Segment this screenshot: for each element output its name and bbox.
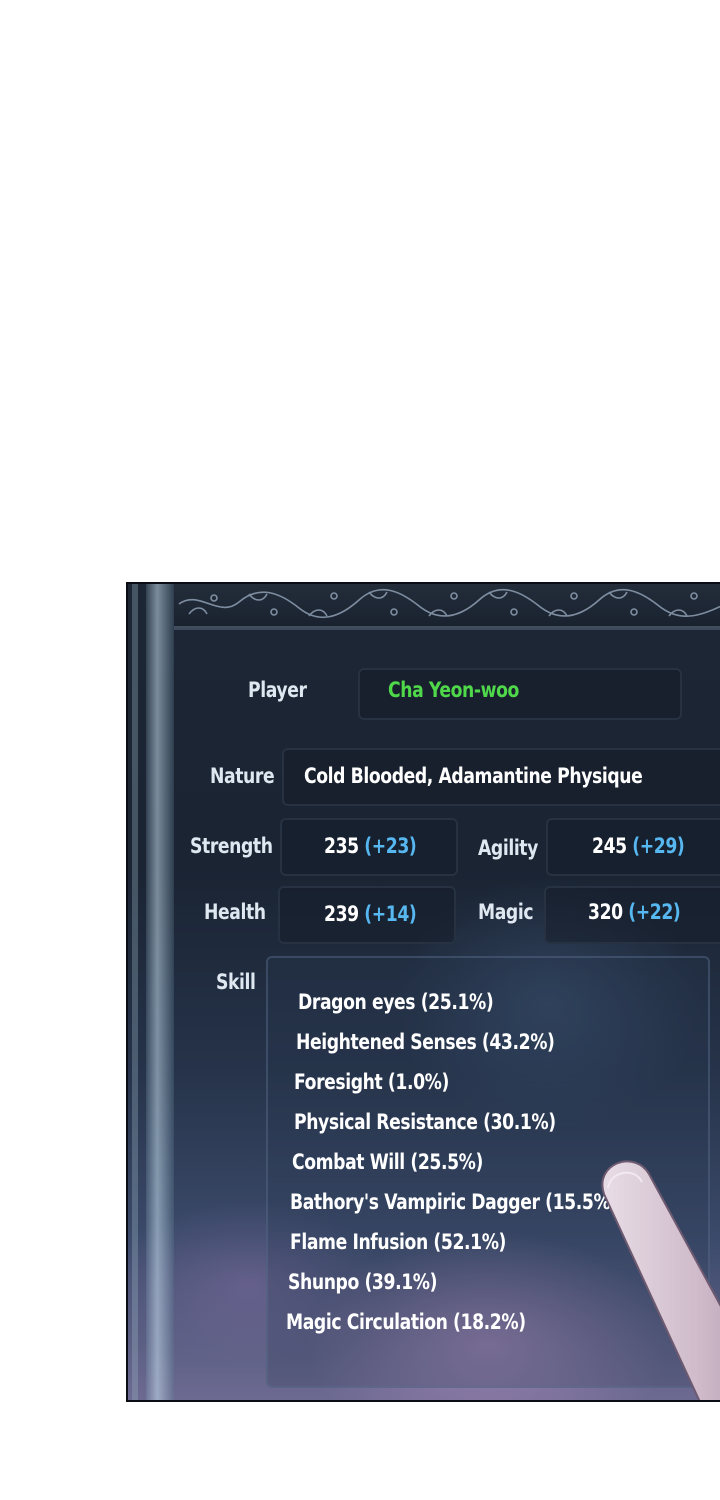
- health-value: 239 (+14): [324, 902, 417, 926]
- frame-pillar: [146, 584, 174, 1400]
- skill-item: Dragon eyes (25.1%): [298, 990, 494, 1014]
- pointing-finger-icon: [601, 1160, 720, 1400]
- magic-value: 320 (+22): [588, 900, 681, 924]
- strength-value: 235 (+23): [324, 834, 417, 858]
- agility-value: 245 (+29): [592, 834, 685, 858]
- skill-item: Heightened Senses (43.2%): [296, 1030, 555, 1054]
- skill-label: Skill: [216, 970, 256, 994]
- skill-item: Shunpo (39.1%): [288, 1270, 438, 1294]
- frame-edge: [132, 584, 138, 1400]
- nature-label: Nature: [210, 764, 275, 788]
- skill-item: Bathory's Vampiric Dagger (15.5%: [290, 1190, 611, 1214]
- agility-label: Agility: [478, 836, 538, 860]
- status-window: Player Cha Yeon-woo Nature Cold Blooded,…: [126, 582, 720, 1402]
- vine-ornament-icon: [178, 589, 720, 618]
- ornament-border: [174, 584, 720, 628]
- skill-item: Foresight (1.0%): [294, 1070, 449, 1094]
- skill-item: Magic Circulation (18.2%): [286, 1310, 526, 1334]
- inner-divider: [174, 628, 720, 630]
- health-label: Health: [204, 900, 266, 924]
- skill-item: Physical Resistance (30.1%): [294, 1110, 556, 1134]
- nature-value: Cold Blooded, Adamantine Physique: [304, 764, 643, 788]
- magic-label: Magic: [478, 900, 534, 924]
- skill-item: Flame Infusion (52.1%): [290, 1230, 507, 1254]
- player-label: Player: [248, 678, 307, 702]
- player-name: Cha Yeon-woo: [388, 678, 519, 702]
- skill-item: Combat Will (25.5%): [292, 1150, 483, 1174]
- strength-label: Strength: [190, 834, 273, 858]
